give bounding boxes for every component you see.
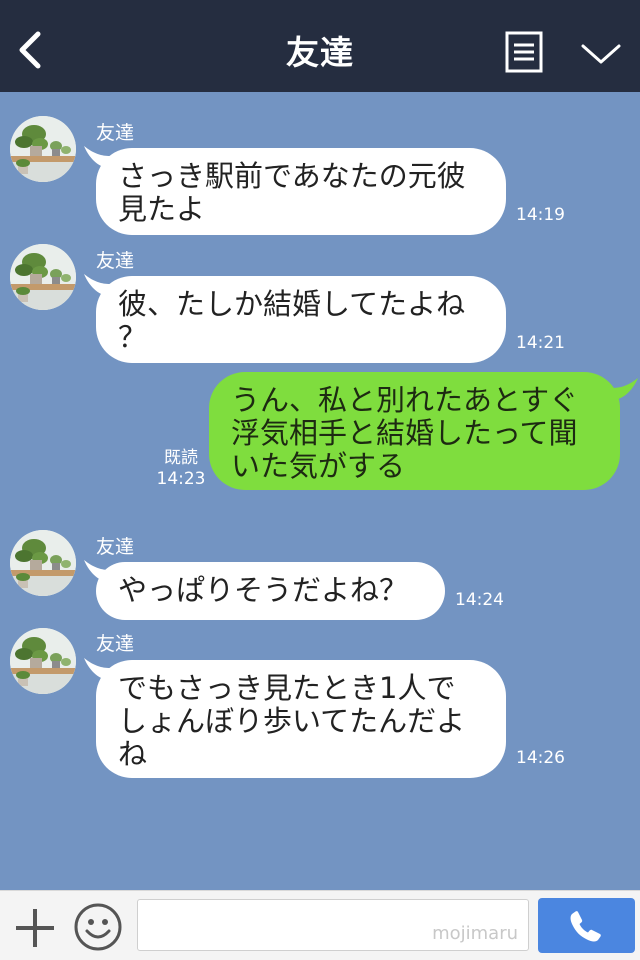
- chevron-down-icon[interactable]: [580, 40, 622, 68]
- avatar[interactable]: [10, 628, 76, 694]
- message-input[interactable]: mojimaru: [137, 899, 529, 951]
- message-time: 14:23: [156, 469, 206, 489]
- message-bubble[interactable]: さっき駅前であなたの元彼 見たよ: [96, 148, 506, 235]
- call-button[interactable]: [538, 898, 635, 953]
- chat-area[interactable]: 友達 さっき駅前であなたの元彼 見たよ 14:19 友達 彼、たしか結婚してたよ…: [0, 92, 640, 890]
- sender-name: 友達: [96, 122, 135, 144]
- message-bubble[interactable]: でもさっき見たとき1人で しょんぼり歩いてたんだよ ね: [96, 660, 506, 778]
- message-composer: mojimaru: [0, 890, 640, 960]
- sender-name: 友達: [96, 633, 135, 655]
- read-receipt: 既読 14:23: [156, 448, 206, 490]
- emoji-icon[interactable]: [72, 901, 124, 953]
- message-bubble[interactable]: うん、私と別れたあとすぐ 浮気相手と結婚したって聞 いた気がする: [209, 372, 620, 490]
- message-bubble[interactable]: やっぱりそうだよね？: [96, 562, 445, 620]
- page-title: 友達: [286, 33, 354, 72]
- menu-icon[interactable]: [505, 31, 543, 73]
- avatar[interactable]: [10, 530, 76, 596]
- message-time: 14:26: [516, 748, 565, 768]
- message-time: 14:19: [516, 205, 565, 225]
- sender-name: 友達: [96, 250, 135, 272]
- message-time: 14:24: [455, 590, 504, 610]
- avatar[interactable]: [10, 244, 76, 310]
- phone-icon: [570, 911, 601, 942]
- avatar[interactable]: [10, 116, 76, 182]
- plus-icon[interactable]: [14, 907, 56, 949]
- message-bubble[interactable]: 彼、たしか結婚してたよね ？: [96, 276, 506, 363]
- message-time: 14:21: [516, 333, 565, 353]
- sender-name: 友達: [96, 536, 135, 558]
- chat-header: 友達: [0, 0, 640, 92]
- read-label: 既読: [164, 448, 198, 468]
- watermark: mojimaru: [432, 923, 518, 944]
